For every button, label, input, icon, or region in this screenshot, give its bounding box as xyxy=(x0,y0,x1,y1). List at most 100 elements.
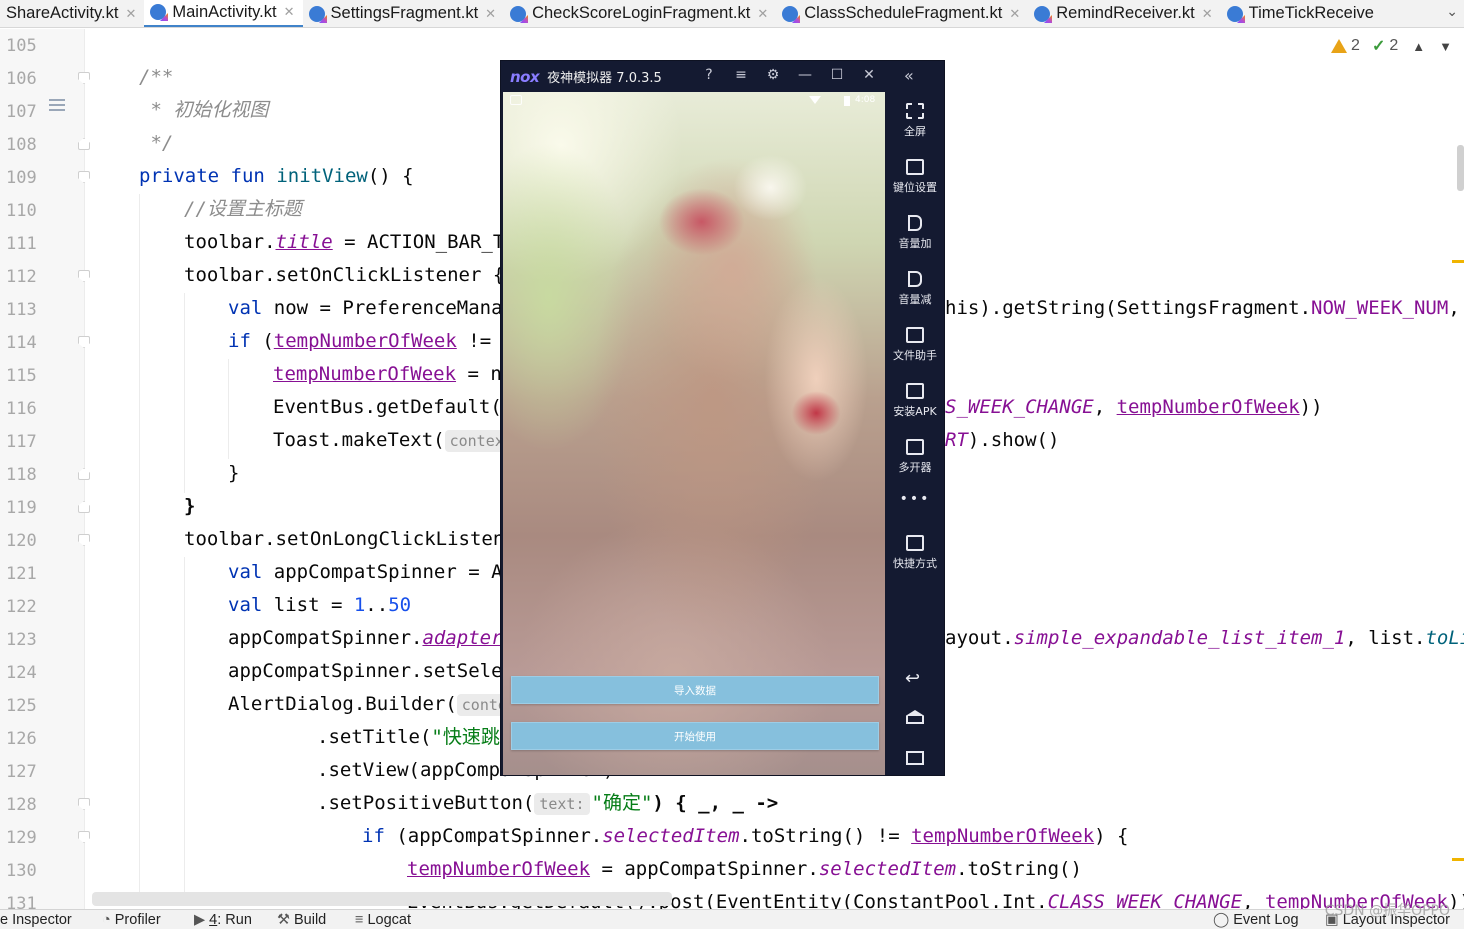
keyword: if xyxy=(362,825,385,847)
close-icon[interactable]: ✕ xyxy=(1009,6,1020,22)
line-number: 124 xyxy=(6,663,37,683)
keyword: fun xyxy=(230,165,265,187)
fold-toggle-icon[interactable] xyxy=(78,468,90,480)
property: tempNumberOfWeek xyxy=(1116,396,1300,418)
keyword: private xyxy=(139,165,220,187)
tab-remind-receiver[interactable]: RemindReceiver.kt ✕ xyxy=(1028,0,1220,27)
line-number: 117 xyxy=(6,432,37,452)
sidebar-item-label: 音量加 xyxy=(898,237,932,250)
line-number: 118 xyxy=(6,465,37,485)
chevron-down-icon[interactable]: ⌄ xyxy=(1446,4,1458,20)
recent-apps-icon[interactable] xyxy=(906,751,924,765)
collapse-sidebar-icon[interactable]: « xyxy=(904,66,914,85)
line-number: 115 xyxy=(6,366,37,386)
tool-event-log[interactable]: ◯ Event Log xyxy=(1213,912,1299,928)
tab-class-schedule-fragment[interactable]: ClassScheduleFragment.kt ✕ xyxy=(776,0,1028,27)
clock: 4:08 xyxy=(855,95,876,105)
tool-label: : Run xyxy=(217,912,252,928)
property: adapter xyxy=(422,627,503,649)
sidebar-item-volume-down[interactable]: 音量减 xyxy=(886,271,944,307)
back-icon[interactable]: ↩ xyxy=(905,668,925,689)
tab-label: TimeTickReceive xyxy=(1248,4,1374,22)
tool-run[interactable]: ▶ 4: Run xyxy=(194,912,252,928)
sidebar-item-keymap[interactable]: 键位设置 xyxy=(886,159,944,195)
vertical-scrollbar[interactable] xyxy=(1457,145,1464,191)
fold-toggle-icon[interactable] xyxy=(78,534,90,546)
code-text: toolbar.setOnClickListener { xyxy=(184,264,505,286)
emulator-sidebar: « 全屏 键位设置 音量加 音量减 文件助手 安装APK 多开器 ••• 快捷方… xyxy=(886,61,944,775)
close-icon[interactable]: ✕ xyxy=(757,6,768,22)
fold-toggle-icon[interactable] xyxy=(78,336,90,348)
property: tempNumberOfWeek xyxy=(407,858,591,880)
kotlin-file-icon xyxy=(1226,5,1243,22)
menu-icon[interactable]: ≡ xyxy=(732,67,750,83)
parameter-hint: text: xyxy=(534,793,590,815)
kotlin-file-icon xyxy=(150,4,167,20)
import-data-button[interactable]: 导入数据 xyxy=(511,676,879,704)
help-icon[interactable]: ? xyxy=(700,67,718,83)
sidebar-item-volume-up[interactable]: 音量加 xyxy=(886,215,944,251)
kotlin-file-icon xyxy=(308,5,325,22)
implementation-icon[interactable] xyxy=(49,99,65,113)
line-number: 122 xyxy=(6,597,37,617)
sidebar-item-label: 音量减 xyxy=(898,293,932,306)
tool-inspector[interactable]: e Inspector xyxy=(0,912,72,928)
code-text: = appCompatSpinner. xyxy=(590,858,819,880)
close-icon[interactable]: ✕ xyxy=(485,6,496,22)
sidebar-item-multi-instance[interactable]: 多开器 xyxy=(886,439,944,475)
tab-time-tick-receiver[interactable]: TimeTickReceive xyxy=(1221,0,1382,27)
profiler-icon: ◔ xyxy=(102,912,111,928)
tool-logcat[interactable]: ≡ Logcat xyxy=(355,912,411,928)
sidebar-item-file-assistant[interactable]: 文件助手 xyxy=(886,327,944,363)
code-text: appCompatSpinner. xyxy=(228,627,423,649)
code-text: .. xyxy=(365,594,389,616)
chevron-down-icon[interactable]: ▼ xyxy=(1439,39,1452,54)
tab-settings-fragment[interactable]: SettingsFragment.kt ✕ xyxy=(303,0,505,27)
tab-share-activity[interactable]: ShareActivity.kt ✕ xyxy=(0,0,144,27)
fold-toggle-icon[interactable] xyxy=(78,831,90,843)
fold-toggle-icon[interactable] xyxy=(78,171,90,183)
fold-toggle-icon[interactable] xyxy=(78,501,90,513)
sidebar-item-label: 快捷方式 xyxy=(893,557,937,570)
tab-label: ShareActivity.kt xyxy=(6,4,119,22)
tool-window-bar: e Inspector ◔ Profiler ▶ 4: Run ⚒ Build ≡ Lo… xyxy=(0,909,1464,929)
warning-marker[interactable] xyxy=(1452,858,1464,861)
close-icon[interactable]: ✕ xyxy=(284,4,295,20)
constant: RT xyxy=(945,429,968,451)
maximize-icon[interactable]: ☐ xyxy=(828,67,846,83)
sidebar-item-install-apk[interactable]: 安装APK xyxy=(886,383,944,419)
chevron-up-icon[interactable]: ▲ xyxy=(1412,39,1425,54)
sidebar-item-label: 全屏 xyxy=(904,125,926,138)
warning-marker[interactable] xyxy=(1452,260,1464,263)
fold-toggle-icon[interactable] xyxy=(78,798,90,810)
fold-toggle-icon[interactable] xyxy=(78,72,90,84)
code-text: .toString() != xyxy=(739,825,912,847)
fold-toggle-icon[interactable] xyxy=(78,138,90,150)
line-number: 114 xyxy=(6,333,37,353)
sidebar-item-shortcut[interactable]: 快捷方式 xyxy=(886,535,944,571)
tool-build[interactable]: ⚒ Build xyxy=(277,912,326,928)
close-icon[interactable]: ✕ xyxy=(860,67,878,83)
close-icon[interactable]: ✕ xyxy=(1202,6,1213,22)
code-text: ).show() xyxy=(967,429,1060,451)
start-using-button[interactable]: 开始使用 xyxy=(511,722,879,750)
property: selectedItem xyxy=(818,858,957,880)
tab-main-activity[interactable]: MainActivity.kt ✕ xyxy=(144,0,303,27)
home-icon[interactable] xyxy=(906,710,924,724)
tool-profiler[interactable]: ◔ Profiler xyxy=(102,912,161,928)
tab-check-score-login-fragment[interactable]: CheckScoreLoginFragment.kt ✕ xyxy=(504,0,776,27)
gear-icon[interactable]: ⚙ xyxy=(764,67,782,83)
close-icon[interactable]: ✕ xyxy=(125,6,136,22)
sidebar-item-fullscreen[interactable]: 全屏 xyxy=(886,103,944,139)
code-text: } xyxy=(228,462,240,484)
code-text: toolbar.setOnLongClickListene xyxy=(184,528,516,550)
fold-toggle-icon[interactable] xyxy=(78,270,90,282)
line-number: 106 xyxy=(6,69,37,89)
minimize-icon[interactable]: — xyxy=(796,67,814,83)
volume-up-icon xyxy=(908,215,922,231)
inspection-widget[interactable]: 2 ✓ 2 ▲ ▼ xyxy=(1331,36,1452,56)
horizontal-scrollbar[interactable] xyxy=(92,892,672,906)
emulator-title-bar[interactable]: nox 夜神模拟器 7.0.3.5 ? ≡ ⚙ — ☐ ✕ xyxy=(501,61,944,92)
more-icon[interactable]: ••• xyxy=(886,491,944,507)
android-screen[interactable]: 4:08 导入数据 开始使用 xyxy=(503,92,885,775)
